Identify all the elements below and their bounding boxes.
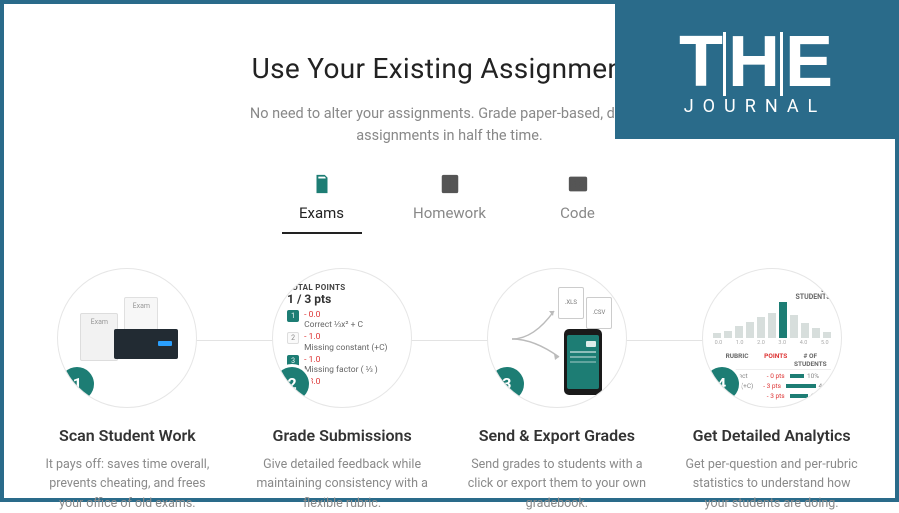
histogram-bars (713, 302, 831, 338)
step-description: It pays off: saves time overall, prevent… (32, 455, 223, 513)
tab-homework[interactable]: Homework (410, 172, 490, 234)
logo-divider (723, 32, 726, 96)
logo-letter-h: H (728, 26, 778, 98)
tab-label: Exams (299, 204, 344, 222)
logo-divider (780, 32, 783, 96)
step-title: Get Detailed Analytics (676, 426, 867, 445)
step-illustration-analytics: 17STUDENTS 0.01.02.03.04.05.0 RUBRICPOIN… (702, 268, 842, 408)
step-illustration-export: .XLS .CSV 3 (487, 268, 627, 408)
step-number-badge: 3 (490, 367, 524, 401)
rubric-score: 1 / 3 pts (287, 292, 401, 306)
step-title: Send & Export Grades (462, 426, 653, 445)
step-title: Scan Student Work (32, 426, 223, 445)
code-icon (566, 172, 590, 196)
step-export: .XLS .CSV 3 Send & Export Grades Send gr… (462, 268, 653, 513)
student-count: 17STUDENTS (713, 285, 831, 300)
tab-label: Code (560, 204, 595, 222)
step-number-badge: 2 (275, 367, 309, 401)
tab-exams[interactable]: Exams (282, 172, 362, 234)
histogram-axis: 0.01.02.03.04.05.0 (713, 340, 831, 346)
logo-letter-t: T (679, 26, 721, 98)
scanner-icon (114, 329, 178, 359)
step-illustration-scan: Exam Exam 1 (57, 268, 197, 408)
workflow-steps: Exam Exam 1 Scan Student Work It pays of… (4, 268, 895, 513)
tab-code[interactable]: Code (538, 172, 618, 234)
rubric-chip: 2 (287, 332, 299, 344)
phone-icon (564, 329, 602, 395)
step-scan: Exam Exam 1 Scan Student Work It pays of… (32, 268, 223, 513)
step-title: Grade Submissions (247, 426, 438, 445)
step-analytics: 17STUDENTS 0.01.02.03.04.05.0 RUBRICPOIN… (676, 268, 867, 513)
logo-subtitle: JOURNAL (684, 96, 827, 117)
xls-file-icon: .XLS (558, 287, 584, 319)
the-journal-logo: T H E JOURNAL (615, 4, 895, 139)
homework-icon (438, 172, 462, 196)
rubric-chip: 3 (287, 355, 299, 367)
logo-letter-e: E (785, 26, 831, 98)
step-description: Get per-question and per-rubric statisti… (676, 455, 867, 513)
csv-file-icon: .CSV (586, 297, 612, 329)
rubric-chip: 1 (287, 310, 299, 322)
rubric-heading: TOTAL POINTS (287, 283, 401, 292)
exam-paper-icon: Exam (80, 313, 118, 361)
step-grade: TOTAL POINTS 1 / 3 pts 1- 0.0Correct ⅓x²… (247, 268, 438, 513)
step-number-badge: 4 (705, 367, 739, 401)
step-illustration-grade: TOTAL POINTS 1 / 3 pts 1- 0.0Correct ⅓x²… (272, 268, 412, 408)
exam-icon (310, 172, 334, 196)
assignment-type-tabs: Exams Homework Code (4, 172, 895, 234)
step-description: Send grades to students with a click or … (462, 455, 653, 513)
tab-label: Homework (413, 204, 486, 222)
step-description: Give detailed feedback while maintaining… (247, 455, 438, 513)
